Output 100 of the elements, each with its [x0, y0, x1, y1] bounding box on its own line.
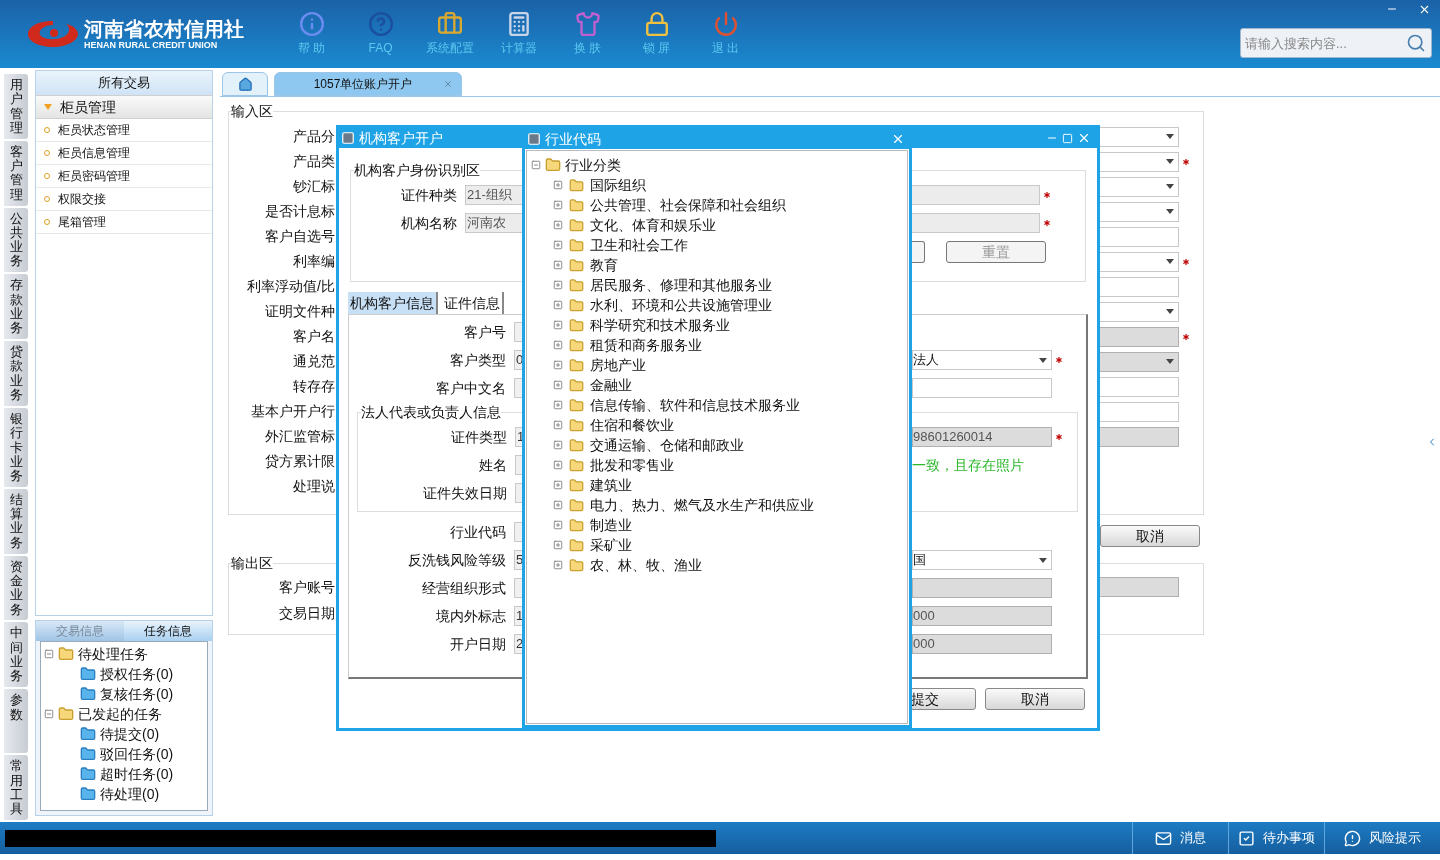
side-tab[interactable]: 中间业务	[4, 622, 28, 688]
close-icon[interactable]	[443, 79, 453, 89]
expand-icon[interactable]	[553, 500, 563, 510]
expand-icon[interactable]	[553, 460, 563, 470]
tree-item[interactable]: 复核任务(0)	[100, 683, 174, 705]
tree-item[interactable]: 授权任务(0)	[100, 663, 174, 685]
tree-item[interactable]: 信息传输、软件和信息技术服务业	[590, 394, 800, 416]
input-field[interactable]	[1099, 401, 1179, 422]
close-icon[interactable]	[1077, 131, 1091, 145]
status-button[interactable]: 风险提示	[1324, 822, 1440, 854]
cancel-button[interactable]: 取消	[1100, 525, 1200, 547]
status-button[interactable]: 待办事项	[1228, 822, 1324, 854]
tree-item[interactable]: 待处理(0)	[100, 783, 160, 805]
tree-item[interactable]: 已发起的任务	[78, 703, 162, 725]
collapse-icon[interactable]	[44, 709, 54, 719]
tree-item[interactable]: 超时任务(0)	[100, 763, 174, 785]
dropdown-field[interactable]	[1099, 151, 1179, 172]
tree-item[interactable]: 水利、环境和公共设施管理业	[590, 294, 772, 316]
cancel-button[interactable]: 取消	[985, 688, 1085, 710]
maximize-icon[interactable]	[1062, 132, 1073, 144]
expand-icon[interactable]	[553, 340, 563, 350]
tree-item[interactable]: 待处理任务	[78, 643, 148, 665]
expand-icon[interactable]	[553, 200, 563, 210]
panel-tab[interactable]: 任务信息	[124, 621, 212, 641]
dropdown-field[interactable]	[1099, 201, 1179, 222]
tree-item[interactable]: 教育	[590, 254, 618, 276]
expand-icon[interactable]	[553, 220, 563, 230]
collapse-icon[interactable]	[44, 649, 54, 659]
form-tab[interactable]: 证件信息	[442, 292, 504, 314]
tree-item[interactable]: 科学研究和技术服务业	[590, 314, 730, 336]
expand-icon[interactable]	[553, 320, 563, 330]
side-tab[interactable]: 常用工具	[4, 755, 28, 820]
expand-icon[interactable]	[553, 360, 563, 370]
nav-item[interactable]: 尾箱管理	[36, 211, 212, 234]
tree-item[interactable]: 采矿业	[590, 534, 632, 556]
field-label: 客户账号	[279, 578, 335, 595]
tree-item[interactable]: 国际组织	[590, 174, 646, 196]
input-field[interactable]	[1099, 276, 1179, 297]
nav-item[interactable]: 柜员状态管理	[36, 119, 212, 142]
tree-item[interactable]: 电力、热力、燃气及水生产和供应业	[590, 494, 814, 516]
dropdown-field[interactable]: 法人	[912, 350, 1052, 370]
dropdown-field[interactable]	[1099, 301, 1179, 322]
side-tab[interactable]: 用户管理	[4, 74, 28, 139]
side-tab[interactable]: 参数	[4, 689, 28, 754]
side-tab[interactable]: 公共业务	[4, 207, 28, 273]
tree-item[interactable]: 居民服务、修理和其他服务业	[590, 274, 772, 296]
side-tab[interactable]: 存款业务	[4, 274, 28, 340]
input-field[interactable]	[1099, 226, 1179, 247]
nav-item[interactable]: 权限交接	[36, 188, 212, 211]
tree-item[interactable]: 农、林、牧、渔业	[590, 554, 702, 576]
dropdown-field[interactable]	[1099, 176, 1179, 197]
input-field[interactable]	[1099, 376, 1179, 397]
tree-item[interactable]: 金融业	[590, 374, 632, 396]
nav-group[interactable]: 柜员管理	[36, 95, 212, 119]
tree-item[interactable]: 待提交(0)	[100, 723, 160, 745]
close-icon[interactable]	[891, 132, 905, 146]
button-edge[interactable]	[912, 241, 925, 263]
tree-item[interactable]: 住宿和餐饮业	[590, 414, 674, 436]
collapse-icon[interactable]	[531, 160, 541, 170]
expand-icon[interactable]	[553, 280, 563, 290]
nav-item[interactable]: 柜员信息管理	[36, 142, 212, 165]
tree-item[interactable]: 文化、体育和娱乐业	[590, 214, 716, 236]
tree-item[interactable]: 行业分类	[565, 154, 621, 176]
dropdown-field[interactable]	[1099, 251, 1179, 272]
side-tab[interactable]: 客户管理	[4, 140, 28, 206]
side-tab[interactable]: 结算业务	[4, 488, 28, 554]
input-field[interactable]	[912, 378, 1052, 398]
expand-icon[interactable]	[553, 560, 563, 570]
form-tab[interactable]: 机构客户信息	[348, 292, 438, 314]
tree-item[interactable]: 公共管理、社会保障和社会组织	[590, 194, 786, 216]
page-tab[interactable]: 1057单位账户开户	[274, 72, 462, 96]
side-tab[interactable]: 银行卡业务	[4, 407, 28, 487]
status-button[interactable]: 消息	[1132, 822, 1228, 854]
expand-icon[interactable]	[553, 520, 563, 530]
expand-icon[interactable]	[553, 300, 563, 310]
tree-item[interactable]: 建筑业	[590, 474, 632, 496]
home-tab[interactable]	[222, 72, 268, 96]
expand-icon[interactable]	[553, 240, 563, 250]
tree-item[interactable]: 驳回任务(0)	[100, 743, 174, 765]
expand-icon[interactable]	[553, 440, 563, 450]
expand-icon[interactable]	[553, 420, 563, 430]
expand-icon[interactable]	[553, 480, 563, 490]
tree-item[interactable]: 批发和零售业	[590, 454, 674, 476]
side-tab[interactable]: 贷款业务	[4, 341, 28, 406]
expand-icon[interactable]	[553, 260, 563, 270]
tree-item[interactable]: 制造业	[590, 514, 632, 536]
dropdown-field[interactable]: 国	[912, 550, 1052, 570]
nav-item[interactable]: 柜员密码管理	[36, 165, 212, 188]
side-tab[interactable]: 资金业务	[4, 555, 28, 621]
expand-icon[interactable]	[553, 380, 563, 390]
search-field[interactable]: 请输入搜索内容...	[1240, 28, 1432, 58]
expand-icon[interactable]	[553, 540, 563, 550]
tree-item[interactable]: 卫生和社会工作	[590, 234, 688, 256]
tree-item[interactable]: 交通运输、仓储和邮政业	[590, 434, 744, 456]
dropdown-field[interactable]	[1099, 126, 1179, 147]
tree-item[interactable]: 租赁和商务服务业	[590, 334, 702, 356]
tree-item[interactable]: 房地产业	[590, 354, 646, 376]
expand-icon[interactable]	[553, 400, 563, 410]
search-icon[interactable]	[1406, 33, 1426, 53]
expand-icon[interactable]	[553, 180, 563, 190]
